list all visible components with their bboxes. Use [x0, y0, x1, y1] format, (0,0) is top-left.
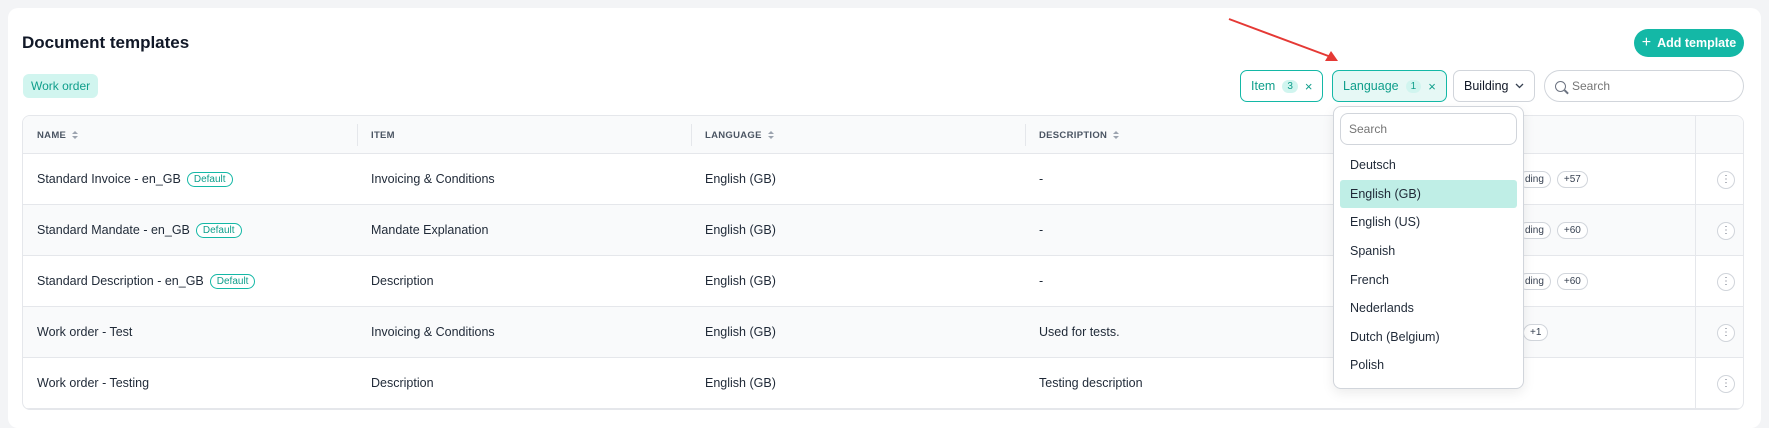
row-menu-button[interactable]: ⋮	[1717, 171, 1735, 189]
row-name: Work order - Testing	[37, 376, 150, 390]
sort-icon[interactable]	[72, 131, 79, 139]
row-item: Description	[371, 274, 434, 288]
default-badge: Default	[195, 222, 242, 238]
row-name: Work order - Test	[37, 325, 133, 339]
column-divider	[691, 124, 692, 146]
red-arrow-annotation	[1228, 18, 1338, 61]
row-description: -	[1039, 223, 1044, 237]
row-description: Testing description	[1039, 376, 1143, 390]
add-template-button[interactable]: + Add template	[1634, 29, 1744, 57]
row-menu-button[interactable]: ⋮	[1717, 324, 1735, 342]
search-icon	[1555, 80, 1566, 92]
more-count-pill[interactable]: +1	[1523, 323, 1549, 341]
more-count-pill[interactable]: +60	[1556, 221, 1588, 239]
row-language: English (GB)	[705, 274, 776, 288]
column-header-item: ITEM	[371, 116, 395, 154]
row-description: Used for tests.	[1039, 325, 1120, 339]
close-icon[interactable]: ×	[1428, 80, 1436, 93]
language-options: Deutsch English (GB) English (US) Spanis…	[1340, 151, 1517, 380]
page-title: Document templates	[22, 33, 190, 52]
row-description: -	[1039, 172, 1044, 186]
sort-icon[interactable]	[767, 131, 774, 139]
row-menu-button[interactable]: ⋮	[1717, 273, 1735, 291]
row-item: Description	[371, 376, 434, 390]
column-divider	[1025, 124, 1026, 146]
row-item: Invoicing & Conditions	[371, 172, 495, 186]
more-count-pill[interactable]: +60	[1556, 272, 1588, 290]
language-option[interactable]: Nederlands	[1340, 294, 1517, 323]
close-icon[interactable]: ×	[1305, 80, 1313, 93]
row-item: Mandate Explanation	[371, 223, 489, 237]
building-filter-label: Building	[1464, 79, 1509, 93]
language-option[interactable]: English (US)	[1340, 208, 1517, 237]
sort-icon[interactable]	[1113, 131, 1120, 139]
column-language-label: LANGUAGE	[705, 129, 762, 141]
language-search-input[interactable]	[1340, 113, 1517, 145]
row-description: -	[1039, 274, 1044, 288]
language-option-selected[interactable]: English (GB)	[1340, 179, 1517, 209]
add-template-label: Add template	[1657, 36, 1737, 50]
work-order-tag[interactable]: Work order	[23, 74, 99, 98]
language-dropdown: Deutsch English (GB) English (US) Spanis…	[1333, 106, 1524, 389]
actions-column-divider	[1695, 116, 1696, 409]
column-header-description[interactable]: DESCRIPTION	[1039, 116, 1120, 154]
language-option[interactable]: Dutch (Belgium)	[1340, 323, 1517, 352]
row-name: Standard Invoice - en_GB	[37, 172, 181, 186]
language-option[interactable]: Deutsch	[1340, 151, 1517, 180]
column-header-language[interactable]: LANGUAGE	[705, 116, 774, 154]
row-language: English (GB)	[705, 223, 776, 237]
search-input[interactable]	[1572, 79, 1722, 93]
item-filter-label: Item	[1251, 79, 1276, 93]
more-count-pill[interactable]: +57	[1556, 170, 1588, 188]
item-filter-chip[interactable]: Item 3 ×	[1240, 70, 1324, 102]
column-item-label: ITEM	[371, 129, 395, 141]
default-badge: Default	[209, 273, 256, 289]
row-language: English (GB)	[705, 376, 776, 390]
language-filter-count: 1	[1405, 79, 1422, 93]
plus-icon: +	[1641, 34, 1652, 51]
column-divider	[357, 124, 358, 146]
row-item: Invoicing & Conditions	[371, 325, 495, 339]
language-filter-chip[interactable]: Language 1 ×	[1332, 70, 1447, 102]
row-language: English (GB)	[705, 325, 776, 339]
language-option[interactable]: Polish	[1340, 351, 1517, 380]
row-name: Standard Description - en_GB	[37, 274, 204, 288]
search-box[interactable]	[1544, 70, 1744, 102]
default-badge: Default	[186, 171, 233, 187]
row-language: English (GB)	[705, 172, 776, 186]
row-menu-button[interactable]: ⋮	[1717, 222, 1735, 240]
language-option[interactable]: French	[1340, 265, 1517, 294]
building-filter[interactable]: Building	[1453, 70, 1536, 102]
row-menu-button[interactable]: ⋮	[1717, 375, 1735, 393]
language-filter-label: Language	[1343, 79, 1399, 93]
item-filter-count: 3	[1282, 79, 1298, 93]
column-description-label: DESCRIPTION	[1039, 129, 1108, 141]
column-name-label: NAME	[37, 129, 67, 141]
language-option[interactable]: Spanish	[1340, 237, 1517, 266]
row-name: Standard Mandate - en_GB	[37, 223, 190, 237]
column-header-name[interactable]: NAME	[37, 116, 79, 154]
chevron-down-icon	[1516, 83, 1524, 89]
